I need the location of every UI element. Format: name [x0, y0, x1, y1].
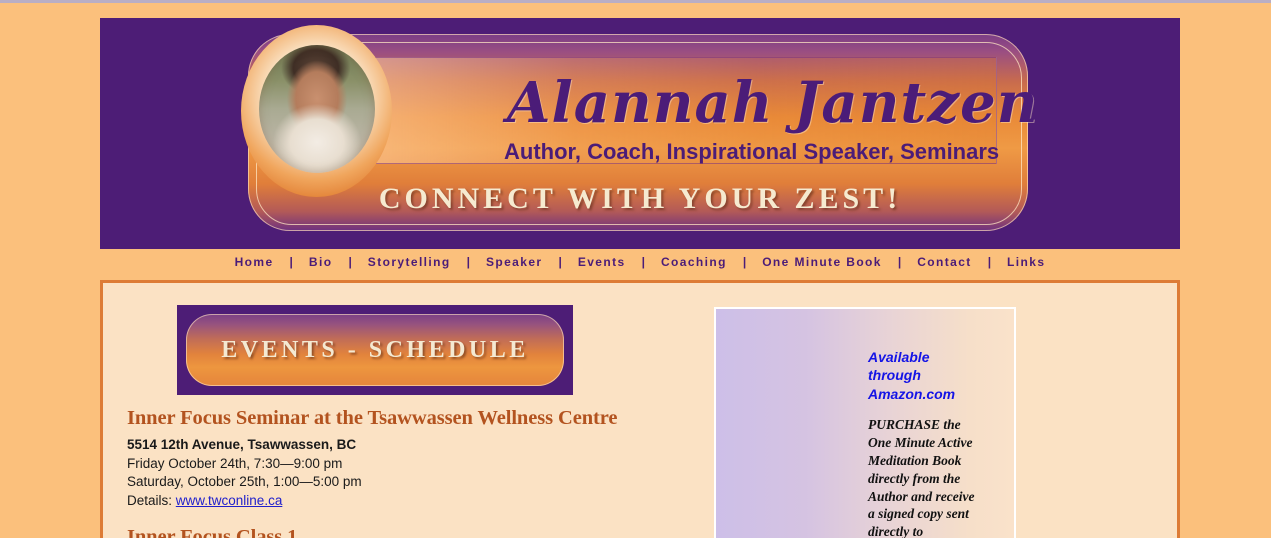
amazon-promo-text: Available through Amazon.com PURCHASE th…: [868, 348, 980, 538]
nav-item-one-minute-book[interactable]: One Minute Book: [746, 255, 898, 269]
nav-item-storytelling[interactable]: Storytelling: [352, 255, 467, 269]
event-date-line-1: Friday October 24th, 7:30—9:00 pm: [127, 455, 343, 471]
site-header-banner: Alannah Jantzen Author, Coach, Inspirati…: [100, 18, 1180, 249]
author-photo-frame: [241, 25, 392, 197]
amazon-promo-panel: Available through Amazon.com PURCHASE th…: [714, 307, 1016, 538]
event-title: Inner Focus Seminar at the Tsawwassen We…: [127, 407, 618, 429]
nav-item-links[interactable]: Links: [991, 255, 1061, 269]
event-listing: Inner Focus Seminar at the Tsawwassen We…: [127, 405, 687, 538]
nav-item-coaching[interactable]: Coaching: [645, 255, 743, 269]
content-panel: EVENTS - SCHEDULE Inner Focus Seminar at…: [100, 280, 1180, 538]
event-details-label: Details:: [127, 493, 173, 509]
events-schedule-title: EVENTS - SCHEDULE: [221, 336, 529, 363]
event-details-link[interactable]: www.twconline.ca: [176, 493, 283, 508]
site-tagline: CONNECT WITH YOUR ZEST!: [378, 182, 902, 215]
nav-item-speaker[interactable]: Speaker: [470, 255, 559, 269]
amazon-promo-body: PURCHASE the One Minute Active Meditatio…: [868, 417, 975, 538]
nav-item-contact[interactable]: Contact: [901, 255, 987, 269]
nav-item-events[interactable]: Events: [562, 255, 642, 269]
event-details-row: Details: www.twconline.ca: [127, 492, 687, 511]
amazon-promo-headline[interactable]: Available through Amazon.com: [868, 348, 980, 403]
avatar: [258, 45, 375, 173]
main-navigation: Home | Bio | Storytelling | Speaker | Ev…: [100, 249, 1180, 275]
events-schedule-plate: EVENTS - SCHEDULE: [186, 314, 564, 386]
nav-item-home[interactable]: Home: [219, 255, 290, 269]
event-date-line-2: Saturday, October 25th, 1:00—5:00 pm: [127, 474, 362, 490]
site-subtitle: Author, Coach, Inspirational Speaker, Se…: [504, 139, 1000, 164]
site-title: Alannah Jantzen: [507, 70, 1039, 136]
nav-item-bio[interactable]: Bio: [293, 255, 349, 269]
events-schedule-banner: EVENTS - SCHEDULE: [177, 305, 573, 395]
page-root: Alannah Jantzen Author, Coach, Inspirati…: [0, 3, 1271, 538]
event-address: 5514 12th Avenue, Tsawwassen, BC: [127, 437, 357, 453]
